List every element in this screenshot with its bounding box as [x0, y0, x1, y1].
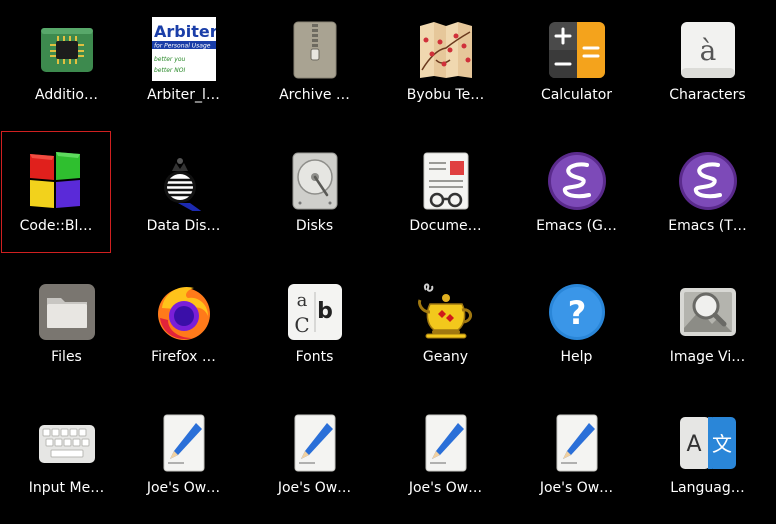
geany-teapot-icon [416, 282, 476, 342]
app-label: Characters [669, 87, 746, 103]
app-tile-files[interactable]: Files [1, 262, 132, 393]
app-label: Help [560, 349, 593, 365]
folder-icon [37, 282, 97, 342]
app-label: Data Dis… [146, 218, 221, 234]
cpu-chip-icon [37, 20, 97, 80]
app-label: Byobu Te… [406, 87, 485, 103]
app-label: Geany [422, 349, 469, 365]
fonts-icon: a b C [285, 282, 345, 342]
text-editor-icon [285, 413, 345, 473]
app-label: Joe's Ow… [146, 480, 221, 496]
byobu-screen-icon [416, 20, 476, 80]
app-tile-emacs-terminal[interactable]: Emacs (T… [642, 131, 773, 262]
app-tile-geany[interactable]: Geany [380, 262, 511, 393]
help-glyph: ? [567, 294, 586, 332]
app-label: Files [51, 349, 82, 365]
app-label: Emacs (T… [668, 218, 747, 234]
arbiter-icon: Arbiter for Personal Usage better you be… [151, 17, 216, 81]
app-label: Languag… [670, 480, 745, 496]
app-label: Joe's Ow… [539, 480, 614, 496]
app-label: Archive … [279, 87, 350, 103]
emacs-icon [547, 151, 607, 211]
app-tile-help[interactable]: ? Help [511, 262, 642, 393]
app-label: Input Me… [28, 480, 105, 496]
arbiter-line1-text: better you [154, 56, 185, 63]
fonts-glyph-C: C [294, 313, 309, 337]
fonts-glyph-a: a [296, 290, 307, 311]
app-tile-disks[interactable]: Disks [249, 131, 380, 262]
text-editor-icon [416, 413, 476, 473]
arbiter-line2-text: better NOI [154, 67, 185, 74]
app-label: Image Vi… [669, 349, 746, 365]
app-tile-joes-own-editor-3[interactable]: Joe's Ow… [380, 393, 511, 524]
app-tile-additional-drivers[interactable]: Additio… [1, 0, 132, 131]
app-tile-fonts[interactable]: a b C Fonts [249, 262, 380, 393]
app-tile-joes-own-editor-2[interactable]: Joe's Ow… [249, 393, 380, 524]
app-tile-characters[interactable]: à Characters [642, 0, 773, 131]
help-icon: ? [547, 282, 607, 342]
app-label: Docume… [409, 218, 482, 234]
keyboard-icon [37, 413, 97, 473]
disk-drive-icon [285, 151, 345, 211]
app-label: Disks [295, 218, 334, 234]
data-display-icon [154, 151, 214, 211]
app-tile-calculator[interactable]: Calculator [511, 0, 642, 131]
language-glyph-cjk: 文 [712, 432, 732, 456]
app-tile-input-method[interactable]: Input Me… [1, 393, 132, 524]
characters-glyph: à [699, 34, 716, 67]
archive-zipper-icon [285, 20, 345, 80]
fonts-glyph-b: b [317, 299, 333, 324]
app-tile-firefox[interactable]: Firefox … [118, 262, 249, 393]
text-editor-icon [154, 413, 214, 473]
app-tile-codeblocks[interactable]: Code::Bl… [1, 131, 111, 253]
app-label: Code::Bl… [19, 218, 93, 234]
app-tile-arbiter[interactable]: Arbiter for Personal Usage better you be… [118, 0, 249, 131]
app-label: Additio… [35, 87, 98, 103]
firefox-icon [154, 282, 214, 342]
app-tile-joes-own-editor-4[interactable]: Joe's Ow… [511, 393, 642, 524]
app-tile-joes-own-editor-1[interactable]: Joe's Ow… [118, 393, 249, 524]
app-tile-image-viewer[interactable]: Image Vi… [642, 262, 773, 393]
language-glyph-latin: A [686, 432, 701, 457]
app-label: Fonts [295, 349, 334, 365]
emacs-icon [678, 151, 738, 211]
language-icon: A 文 [678, 413, 738, 473]
app-label: Joe's Ow… [408, 480, 483, 496]
app-label: Joe's Ow… [277, 480, 352, 496]
app-tile-document-viewer[interactable]: Docume… [380, 131, 511, 262]
document-viewer-icon [416, 151, 476, 211]
arbiter-title-text: Arbiter [154, 22, 216, 41]
characters-icon: à [678, 20, 738, 80]
app-label: Arbiter_l… [147, 87, 220, 103]
image-viewer-icon [678, 282, 738, 342]
app-tile-language-support[interactable]: A 文 Languag… [642, 393, 773, 524]
app-label: Calculator [540, 87, 613, 103]
app-label: Emacs (G… [536, 218, 617, 234]
calculator-icon [547, 20, 607, 80]
arbiter-subtitle-text: for Personal Usage [154, 43, 211, 50]
app-tile-data-display[interactable]: Data Dis… [118, 131, 249, 262]
app-tile-emacs-gui[interactable]: Emacs (G… [511, 131, 642, 262]
codeblocks-icon [26, 150, 86, 210]
text-editor-icon [547, 413, 607, 473]
app-tile-byobu-terminal[interactable]: Byobu Te… [380, 0, 511, 131]
app-label: Firefox … [151, 349, 216, 365]
app-tile-archive-manager[interactable]: Archive … [249, 0, 380, 131]
